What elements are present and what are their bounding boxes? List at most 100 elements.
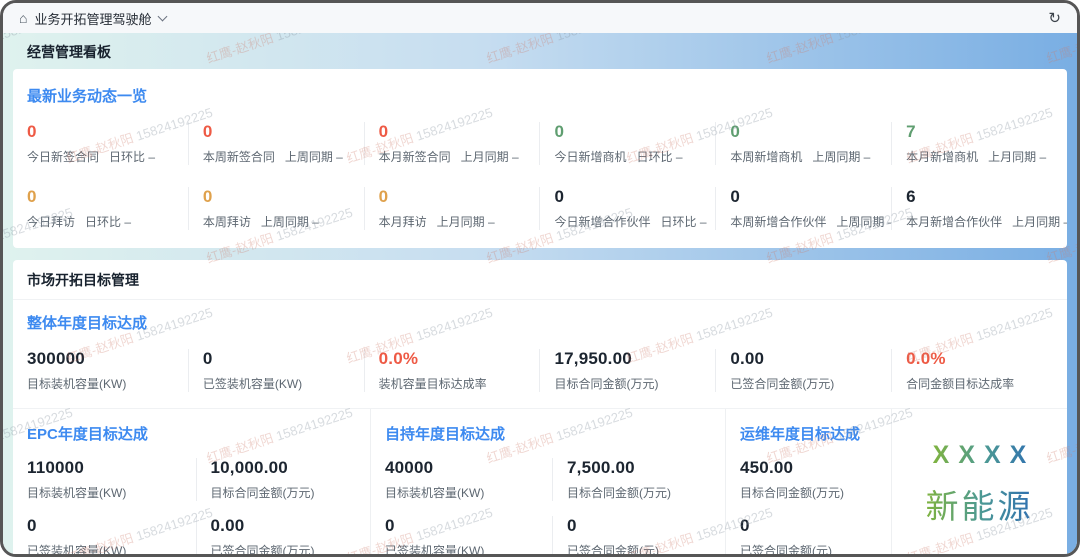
section-heading-market-target: 市场开拓目标管理 — [13, 260, 1067, 300]
stat-label: 本周拜访上周同期 – — [203, 213, 364, 230]
stat-compare: 上月同期 – — [1012, 215, 1067, 229]
card-title-overall-target: 整体年度目标达成 — [27, 312, 1067, 333]
stat-value: 40000 — [385, 458, 552, 478]
stat-label-text: 目标合同金额(万元) — [211, 486, 315, 500]
stat-cell: 0 本月新签合同上月同期 – — [364, 122, 540, 165]
stat-label-text: 已签装机容量(KW) — [385, 544, 484, 557]
stat-value: 0 — [740, 516, 885, 536]
stat-value: 0 — [730, 187, 891, 207]
stat-cell: 0 已签装机容量(KW) — [385, 516, 552, 557]
stat-cell: 40000 目标装机容量(KW) — [385, 458, 552, 501]
stat-cell: 0.0%装机容量目标达成率 — [364, 349, 540, 392]
stat-value: 6 — [906, 187, 1067, 207]
page-title[interactable]: 业务开拓管理驾驶舱 — [34, 9, 151, 28]
stat-label: 目标合同金额(万元) — [740, 484, 885, 501]
stat-label: 已签装机容量(KW) — [203, 375, 364, 392]
stat-compare: 上月同期 – — [461, 150, 519, 164]
stat-cell: 110000目标装机容量(KW) — [27, 458, 196, 501]
stat-cell: 450.00目标合同金额(万元) — [740, 458, 885, 501]
stat-value: 0 — [385, 516, 552, 536]
stat-value: 0 — [27, 187, 188, 207]
stat-label: 本月新增商机上月同期 – — [906, 148, 1067, 165]
stat-label-text: 今日新增商机 — [554, 150, 626, 164]
home-icon[interactable]: ⌂ — [19, 11, 27, 25]
target-card: 运维年度目标达成450.00目标合同金额(万元)0已签合同金额(元)0.0%合同… — [725, 409, 891, 557]
stat-compare: 上周同期 – — [285, 150, 343, 164]
chevron-down-icon[interactable] — [158, 12, 168, 22]
stat-label-text: 本月新签合同 — [379, 150, 451, 164]
stat-label: 目标合同金额(万元) — [211, 484, 365, 501]
card-title: 运维年度目标达成 — [740, 423, 885, 444]
stat-value: 0 — [730, 122, 891, 142]
market-target-panel: 市场开拓目标管理 整体年度目标达成 300000目标装机容量(KW)0已签装机容… — [13, 260, 1067, 557]
stat-value: 0 — [379, 187, 540, 207]
refresh-icon[interactable]: ↻ — [1048, 11, 1061, 26]
stat-label: 已签合同金额(元) — [567, 542, 719, 557]
stat-label-text: 已签合同金额(元) — [567, 544, 659, 557]
stat-cell: 0本月拜访上月同期 – — [364, 187, 540, 230]
stat-label-text: 今日新增合作伙伴 — [554, 215, 650, 229]
stat-value: 0.0% — [906, 349, 1067, 369]
stat-compare: 日环比 – — [661, 215, 707, 229]
stat-label-text: 本月新增商机 — [906, 150, 978, 164]
stat-cell: 0 本周新增合作伙伴上周同期 – — [715, 187, 891, 230]
stat-compare: 上周同期 – — [261, 215, 319, 229]
stat-label: 已签合同金额(万元) — [730, 375, 891, 392]
stat-value: 0.00 — [211, 516, 365, 536]
stat-label: 已签合同金额(元) — [740, 542, 885, 557]
stat-label: 目标装机容量(KW) — [385, 484, 552, 501]
card-stats: 110000目标装机容量(KW) 10,000.00 目标合同金额(万元) 0 已签装机… — [27, 458, 364, 557]
stat-cell: 10,000.00 目标合同金额(万元) — [196, 458, 365, 501]
top-bar: ⌂ 业务开拓管理驾驶舱 ↻ — [3, 3, 1077, 33]
stat-cell: 0 今日新增合作伙伴日环比 – — [539, 187, 715, 230]
stat-label-text: 已签装机容量(KW) — [203, 377, 302, 391]
stat-label-text: 装机容量目标达成率 — [379, 377, 487, 391]
target-cards-row: EPC年度目标达成110000目标装机容量(KW)10,000.00目标合同金额… — [13, 409, 1067, 557]
stat-value: 0 — [203, 187, 364, 207]
stat-label: 今日新增合作伙伴日环比 – — [554, 213, 715, 230]
stat-label-text: 合同金额目标达成率 — [906, 377, 1014, 391]
stat-label: 已签装机容量(KW) — [27, 542, 196, 557]
stat-value: 0 — [554, 122, 715, 142]
stat-value: 0 — [27, 516, 196, 536]
stat-cell: 0 本周拜访上周同期 – — [188, 187, 364, 230]
stat-label: 今日新增商机日环比 – — [554, 148, 715, 165]
stat-compare: 上月同期 – — [437, 215, 495, 229]
stat-cell: 6 本月新增合作伙伴上月同期 – — [891, 187, 1067, 230]
latest-activity-card: 最新业务动态一览 0今日新签合同日环比 –0本周新签合同上周同期 –0本月新签合… — [13, 69, 1067, 248]
company-logo: XXXX 新能源 — [891, 409, 1067, 557]
stat-cell: 0.00 已签合同金额(万元) — [196, 516, 365, 557]
stat-compare: 日环比 – — [637, 150, 683, 164]
stat-label: 装机容量目标达成率 — [379, 375, 540, 392]
target-card: EPC年度目标达成110000目标装机容量(KW)10,000.00目标合同金额… — [13, 409, 370, 557]
stat-value: 0 — [567, 516, 719, 536]
stat-label-text: 目标合同金额(万元) — [740, 486, 844, 500]
stat-value: 0 — [554, 187, 715, 207]
logo-text-line2: 新能源 — [926, 480, 1034, 528]
stat-label-text: 目标装机容量(KW) — [385, 486, 484, 500]
stat-label-text: 今日新签合同 — [27, 150, 99, 164]
overall-stats-row: 300000目标装机容量(KW)0已签装机容量(KW)0.0%装机容量目标达成率… — [13, 349, 1067, 392]
stat-value: 0 — [379, 122, 540, 142]
stat-cell: 0.00已签合同金额(万元) — [715, 349, 891, 392]
stat-label: 本月新增合作伙伴上月同期 – — [906, 213, 1067, 230]
stat-value: 10,000.00 — [211, 458, 365, 478]
stat-label-text: 目标合同金额(万元) — [567, 486, 671, 500]
card-stats: 40000目标装机容量(KW)7,500.00目标合同金额(万元)0已签装机容量… — [385, 458, 719, 557]
stat-cell: 0本周新增商机上周同期 – — [715, 122, 891, 165]
stat-compare: 上月同期 – — [988, 150, 1046, 164]
stat-cell: 17,950.00目标合同金额(万元) — [539, 349, 715, 392]
stat-label: 已签合同金额(万元) — [211, 542, 365, 557]
overall-target-card: 整体年度目标达成 300000目标装机容量(KW)0已签装机容量(KW)0.0%… — [13, 300, 1067, 409]
stat-cell: 0 已签装机容量(KW) — [27, 516, 196, 557]
stat-label: 本周新签合同上周同期 – — [203, 148, 364, 165]
stat-label: 本周新增合作伙伴上周同期 – — [730, 213, 891, 230]
stat-cell: 0 已签合同金额(元) — [740, 516, 885, 557]
stat-compare: 上周同期 – — [836, 215, 891, 229]
stat-label-text: 本周新增合作伙伴 — [730, 215, 826, 229]
stat-cell: 0今日拜访日环比 – — [13, 187, 188, 230]
stat-label: 目标合同金额(万元) — [554, 375, 715, 392]
stat-label: 今日新签合同日环比 – — [27, 148, 188, 165]
stat-label-text: 已签合同金额(万元) — [211, 544, 315, 557]
stat-label-text: 已签合同金额(万元) — [730, 377, 834, 391]
